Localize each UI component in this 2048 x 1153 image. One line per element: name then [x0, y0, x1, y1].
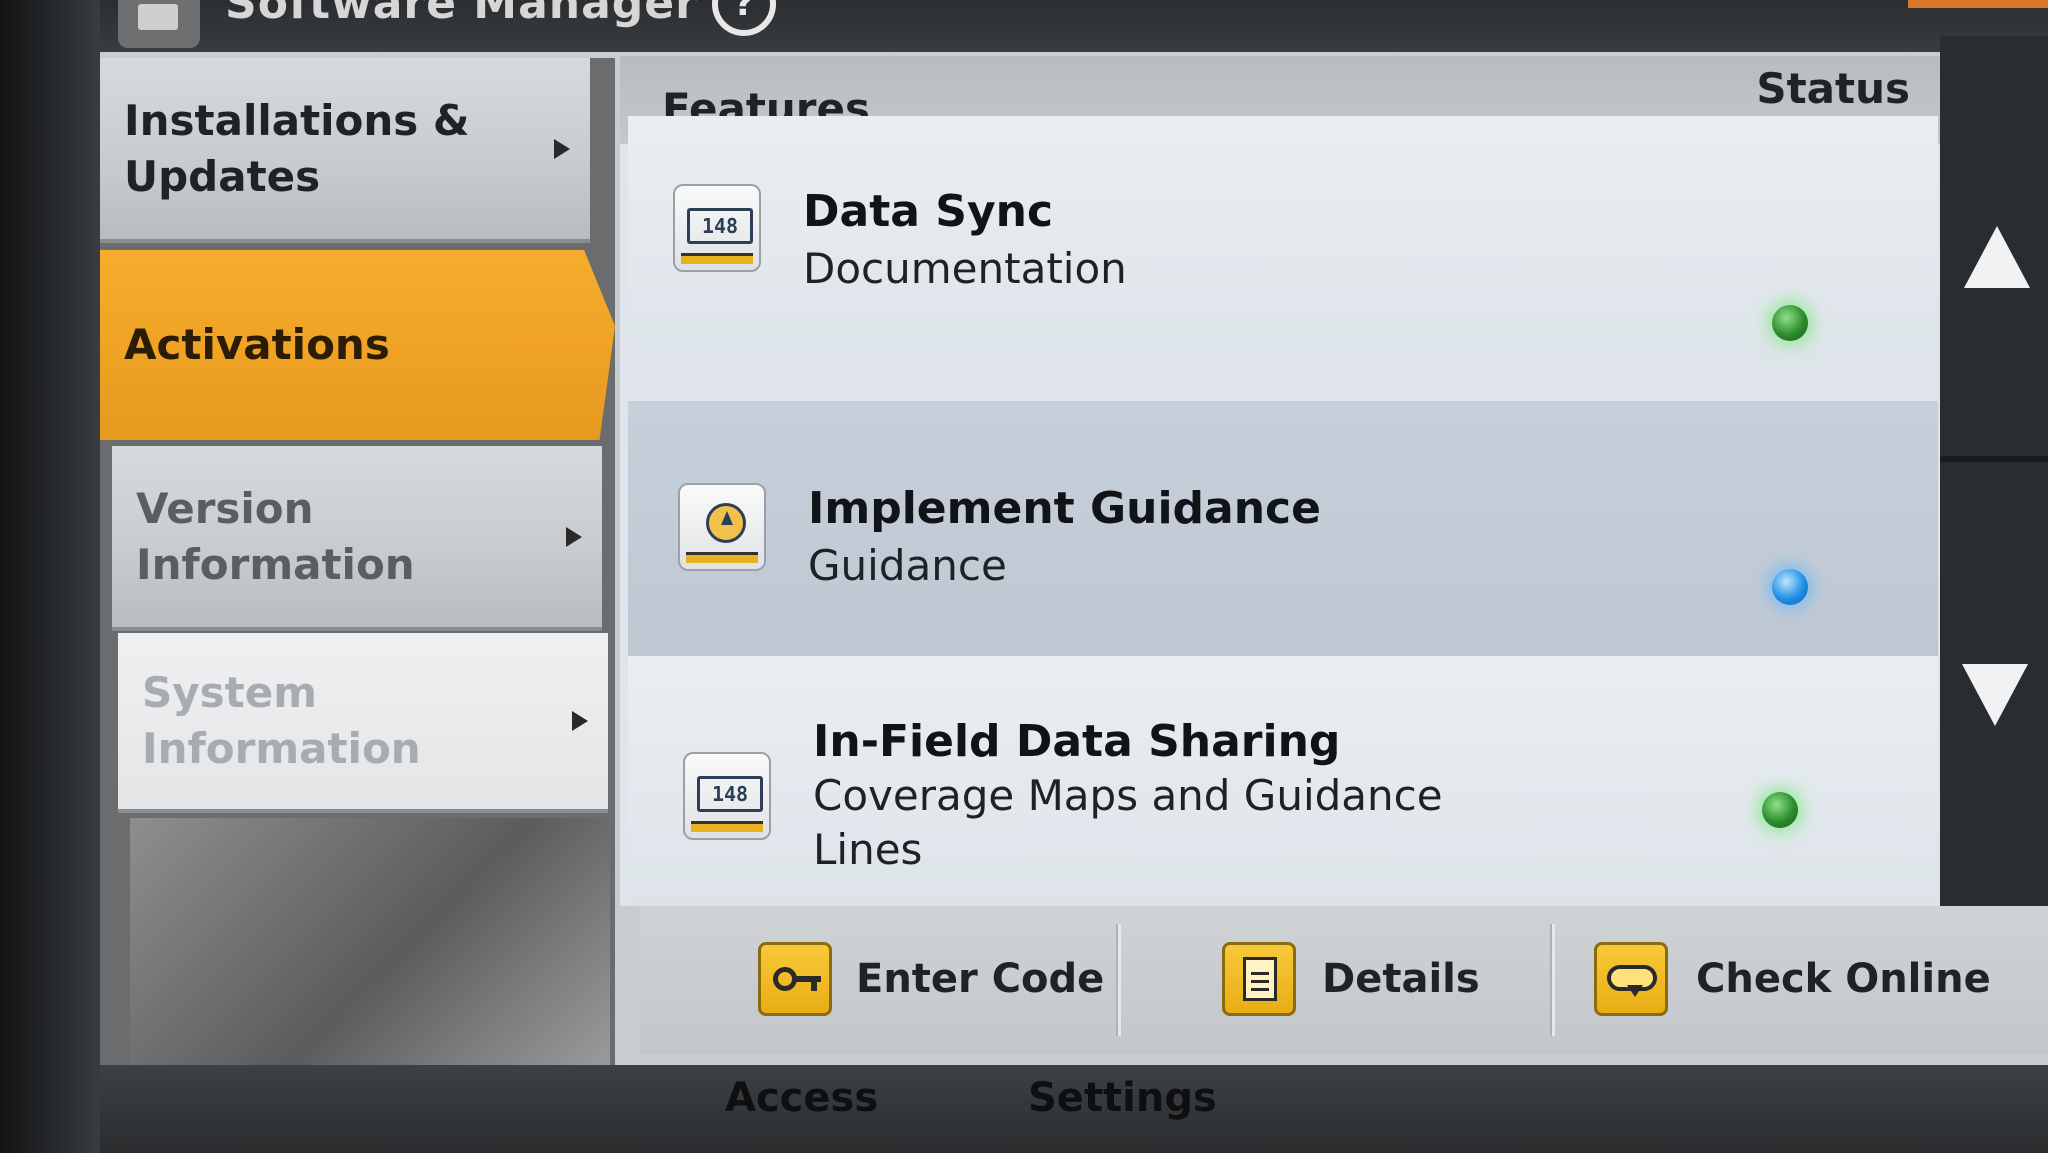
feature-title: Implement Guidance — [808, 483, 1321, 534]
document-icon — [1222, 942, 1296, 1016]
feature-row-implement-guidance[interactable]: Implement Guidance Guidance — [628, 401, 1938, 656]
scroll-bar[interactable] — [1940, 36, 2048, 906]
feature-title: In-Field Data Sharing — [813, 716, 1341, 767]
feature-subtitle: Coverage Maps and Guidance Lines — [813, 771, 1443, 874]
check-online-label: Check Online — [1696, 956, 1991, 1002]
side-menu: Installations & Updates Activations Vers… — [100, 58, 615, 1073]
screen: Software Manager ? Installations & Updat… — [0, 0, 2048, 1153]
status-indicator-green — [1762, 792, 1798, 828]
enter-code-label: Enter Code — [856, 956, 1105, 1002]
tab-settings[interactable]: Settings — [1028, 1075, 1217, 1121]
status-column-header: Status — [1756, 64, 1910, 113]
feature-row-data-sync[interactable]: 148 Data Sync Documentation — [628, 116, 1938, 366]
scroll-up-icon[interactable] — [1964, 226, 2030, 288]
chevron-right-icon — [566, 526, 582, 547]
key-icon — [758, 942, 832, 1016]
scroll-divider — [1940, 456, 2048, 462]
menu-item-label: Activations — [124, 320, 390, 369]
counter-readout: 148 — [697, 776, 763, 812]
menu-item-label: Installations & Updates — [124, 95, 470, 201]
status-indicator-blue — [1772, 569, 1808, 605]
menu-item-label: System Information — [142, 668, 421, 773]
app-title: Software Manager — [225, 0, 698, 29]
cloud-download-icon — [1594, 942, 1668, 1016]
counter-readout: 148 — [687, 208, 753, 244]
menu-item-activations[interactable]: Activations — [100, 250, 615, 440]
scroll-down-icon[interactable] — [1962, 664, 2028, 726]
feature-row-in-field-data-sharing[interactable]: 148 In-Field Data Sharing Coverage Maps … — [628, 656, 1938, 906]
compass-icon — [678, 483, 766, 571]
menu-item-version-information[interactable]: Version Information — [112, 446, 602, 631]
features-list: Features Status 148 Data Sync Documentat… — [620, 56, 1940, 906]
software-manager-icon — [118, 0, 200, 48]
enter-code-button[interactable]: Enter Code — [640, 906, 1120, 1054]
menu-item-system-information[interactable]: System Information — [118, 633, 608, 813]
chevron-right-icon — [572, 711, 588, 731]
feature-subtitle: Guidance — [808, 541, 1007, 590]
counter-icon: 148 — [683, 752, 771, 840]
toolbar-divider — [1552, 924, 1555, 1036]
display-bezel — [0, 0, 100, 1153]
chevron-right-icon — [554, 138, 570, 159]
menu-item-label: Version Information — [136, 483, 415, 589]
feature-title: Data Sync — [803, 186, 1054, 237]
status-indicator-green — [1772, 305, 1808, 341]
corner-accent — [1908, 0, 2048, 8]
action-toolbar: Enter Code Details Check Online — [640, 906, 2048, 1054]
details-label: Details — [1322, 956, 1480, 1002]
check-online-button[interactable]: Check Online — [1556, 906, 2048, 1054]
toolbar-divider — [1118, 924, 1121, 1036]
menu-empty-area — [130, 818, 610, 1073]
menu-item-installations-updates[interactable]: Installations & Updates — [100, 58, 590, 243]
tab-access[interactable]: Access — [725, 1075, 878, 1121]
feature-subtitle: Documentation — [803, 244, 1127, 293]
counter-icon: 148 — [673, 184, 761, 272]
details-button[interactable]: Details — [1122, 906, 1554, 1054]
